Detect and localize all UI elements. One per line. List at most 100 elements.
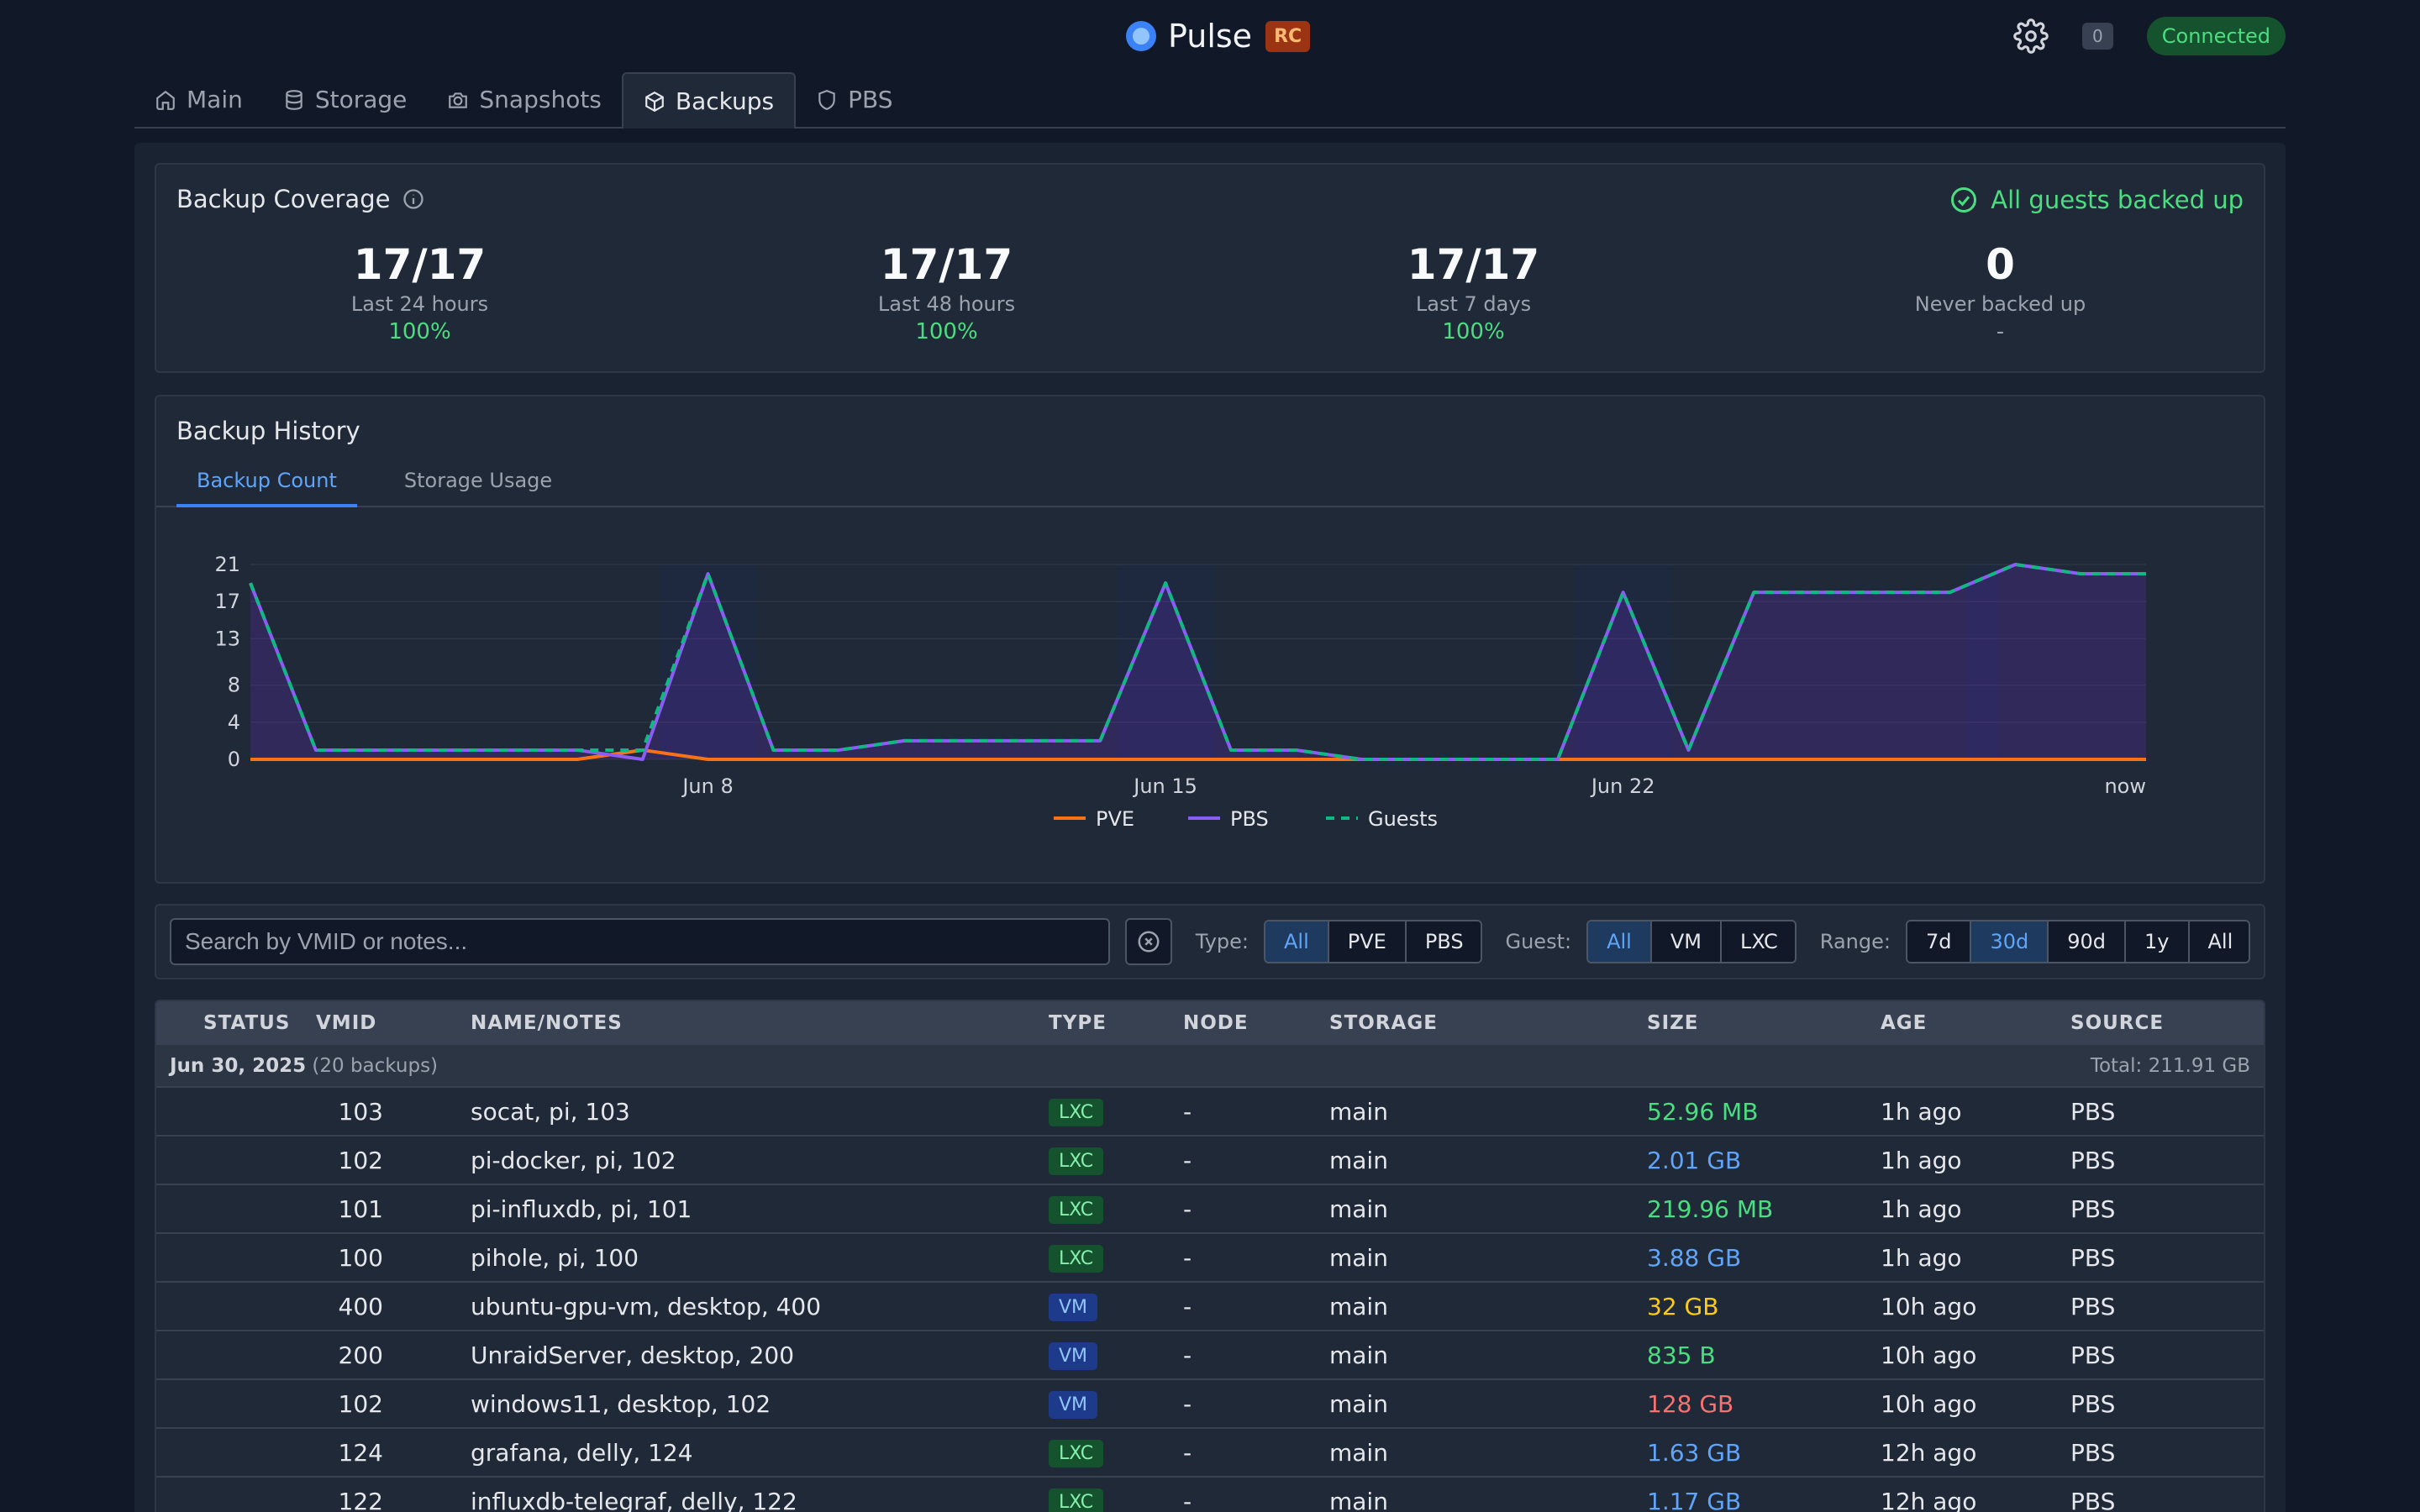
clear-search-button[interactable] (1125, 918, 1172, 965)
range-option-7d[interactable]: 7d (1907, 921, 1972, 962)
cell-source: PBS (2070, 1477, 2264, 1512)
cell-vmid: 100 (316, 1233, 471, 1283)
range-option-1y[interactable]: 1y (2126, 921, 2190, 962)
cell-name: pi-influxdb, pi, 101 (471, 1184, 1049, 1234)
tab-backup-count[interactable]: Backup Count (176, 455, 357, 507)
type-option-all[interactable]: All (1265, 921, 1329, 962)
coverage-title: Backup Coverage (176, 185, 425, 213)
cell-age: 12h ago (1881, 1428, 2070, 1478)
cell-vmid: 124 (316, 1428, 471, 1478)
cell-age: 10h ago (1881, 1282, 2070, 1331)
stat-7d: 17/17 Last 7 days 100% (1210, 240, 1737, 344)
tab-main[interactable]: Main (134, 72, 263, 127)
table-row[interactable]: 102 windows11, desktop, 102 VM - main 128 GB 1… (156, 1379, 2264, 1429)
table-row[interactable]: 124 grafana, delly, 124 LXC - main 1.63 GB 12h… (156, 1428, 2264, 1478)
tab-storage-usage[interactable]: Storage Usage (384, 455, 572, 507)
cell-source: PBS (2070, 1233, 2264, 1283)
col-size[interactable]: SIZE (1647, 1001, 1881, 1045)
cell-storage: main (1329, 1136, 1647, 1185)
cell-node: - (1183, 1282, 1329, 1331)
stat-percent: - (1996, 319, 2005, 344)
cell-size: 52.96 MB (1647, 1087, 1881, 1137)
cell-source: PBS (2070, 1379, 2264, 1429)
col-source[interactable]: SOURCE (2070, 1001, 2264, 1045)
col-type[interactable]: TYPE (1049, 1001, 1183, 1045)
tab-storage[interactable]: Storage (263, 72, 428, 127)
cell-node: - (1183, 1136, 1329, 1185)
legend-label: PVE (1096, 807, 1134, 831)
y-tick-label: 4 (228, 711, 240, 734)
cell-age: 10h ago (1881, 1331, 2070, 1380)
x-tick-label: Jun 8 (681, 774, 733, 798)
info-icon[interactable] (402, 187, 425, 211)
type-badge: LXC (1049, 1099, 1104, 1126)
cell-status (156, 1477, 316, 1512)
col-name[interactable]: NAME/NOTES (471, 1001, 1049, 1045)
header-actions: 0 Connected (2013, 17, 2286, 55)
date-group-row: Jun 30, 2025 (20 backups) Total: 211.91 … (156, 1045, 2264, 1088)
table-row[interactable]: 103 socat, pi, 103 LXC - main 52.96 MB 1h ago P… (156, 1087, 2264, 1137)
y-tick-label: 21 (214, 553, 240, 576)
tab-snapshots[interactable]: Snapshots (427, 72, 621, 127)
home-icon (156, 90, 175, 110)
range-option-all[interactable]: All (2189, 921, 2249, 962)
tab-label: Main (187, 86, 243, 113)
connection-status-badge: Connected (2146, 17, 2286, 55)
cell-name: UnraidServer, desktop, 200 (471, 1331, 1049, 1380)
col-status[interactable]: STATUS (156, 1001, 316, 1045)
app-brand: Pulse RC (1126, 18, 1311, 55)
backup-history-card: Backup History Backup Count Storage Usag… (155, 395, 2265, 884)
stat-label: Last 24 hours (350, 292, 489, 316)
col-vmid[interactable]: VMID (316, 1001, 471, 1045)
table-row[interactable]: 101 pi-influxdb, pi, 101 LXC - main 219.96 MB… (156, 1184, 2264, 1234)
cell-type: VM (1049, 1379, 1183, 1429)
cell-name: grafana, delly, 124 (471, 1428, 1049, 1478)
cell-size: 219.96 MB (1647, 1184, 1881, 1234)
cell-node: - (1183, 1331, 1329, 1380)
cell-vmid: 101 (316, 1184, 471, 1234)
table-row[interactable]: 122 influxdb-telegraf, delly, 122 LXC - main… (156, 1477, 2264, 1512)
type-option-pbs[interactable]: PBS (1406, 921, 1481, 962)
cell-name: pi-docker, pi, 102 (471, 1136, 1049, 1185)
gear-icon[interactable] (2013, 18, 2049, 54)
cell-age: 12h ago (1881, 1477, 2070, 1512)
y-tick-label: 8 (228, 674, 240, 697)
history-title: Backup History (176, 417, 360, 445)
type-badge: VM (1049, 1342, 1098, 1370)
col-storage[interactable]: STORAGE (1329, 1001, 1647, 1045)
history-tabs: Backup Count Storage Usage (156, 455, 2264, 507)
col-age[interactable]: AGE (1881, 1001, 2070, 1045)
table-row[interactable]: 102 pi-docker, pi, 102 LXC - main 2.01 GB 1h a… (156, 1136, 2264, 1185)
table-row[interactable]: 200 UnraidServer, desktop, 200 VM - main 835 … (156, 1331, 2264, 1380)
cell-storage: main (1329, 1428, 1647, 1478)
cell-status (156, 1087, 316, 1137)
cell-status (156, 1282, 316, 1331)
tab-pbs[interactable]: PBS (796, 72, 913, 127)
table-row[interactable]: 400 ubuntu-gpu-vm, desktop, 400 VM - main 32 … (156, 1282, 2264, 1331)
tab-backups[interactable]: Backups (621, 72, 797, 129)
table-row[interactable]: 100 pihole, pi, 100 LXC - main 3.88 GB 1h ago P… (156, 1233, 2264, 1283)
guest-option-all[interactable]: All (1588, 921, 1652, 962)
range-option-30d[interactable]: 30d (1971, 921, 2049, 962)
cell-status (156, 1184, 316, 1234)
stat-percent: 100% (388, 319, 451, 344)
range-option-90d[interactable]: 90d (2049, 921, 2127, 962)
guest-option-lxc[interactable]: LXC (1721, 921, 1795, 962)
cell-vmid: 102 (316, 1136, 471, 1185)
cell-size: 3.88 GB (1647, 1233, 1881, 1283)
stat-value: 0 (1986, 240, 2015, 289)
cell-type: LXC (1049, 1136, 1183, 1185)
cell-size: 1.63 GB (1647, 1428, 1881, 1478)
notification-count-badge[interactable]: 0 (2082, 23, 2113, 50)
type-filter: All PVE PBS (1264, 920, 1482, 963)
search-input[interactable] (170, 918, 1111, 965)
x-tick-label: Jun 15 (1132, 774, 1197, 798)
cell-vmid: 122 (316, 1477, 471, 1512)
type-option-pve[interactable]: PVE (1328, 921, 1407, 962)
backups-table-container: STATUS VMID NAME/NOTES TYPE NODE STORAGE… (155, 1000, 2265, 1512)
table-header-row: STATUS VMID NAME/NOTES TYPE NODE STORAGE… (156, 1001, 2264, 1045)
col-node[interactable]: NODE (1183, 1001, 1329, 1045)
cell-age: 1h ago (1881, 1233, 2070, 1283)
cell-name: socat, pi, 103 (471, 1087, 1049, 1137)
guest-option-vm[interactable]: VM (1651, 921, 1722, 962)
